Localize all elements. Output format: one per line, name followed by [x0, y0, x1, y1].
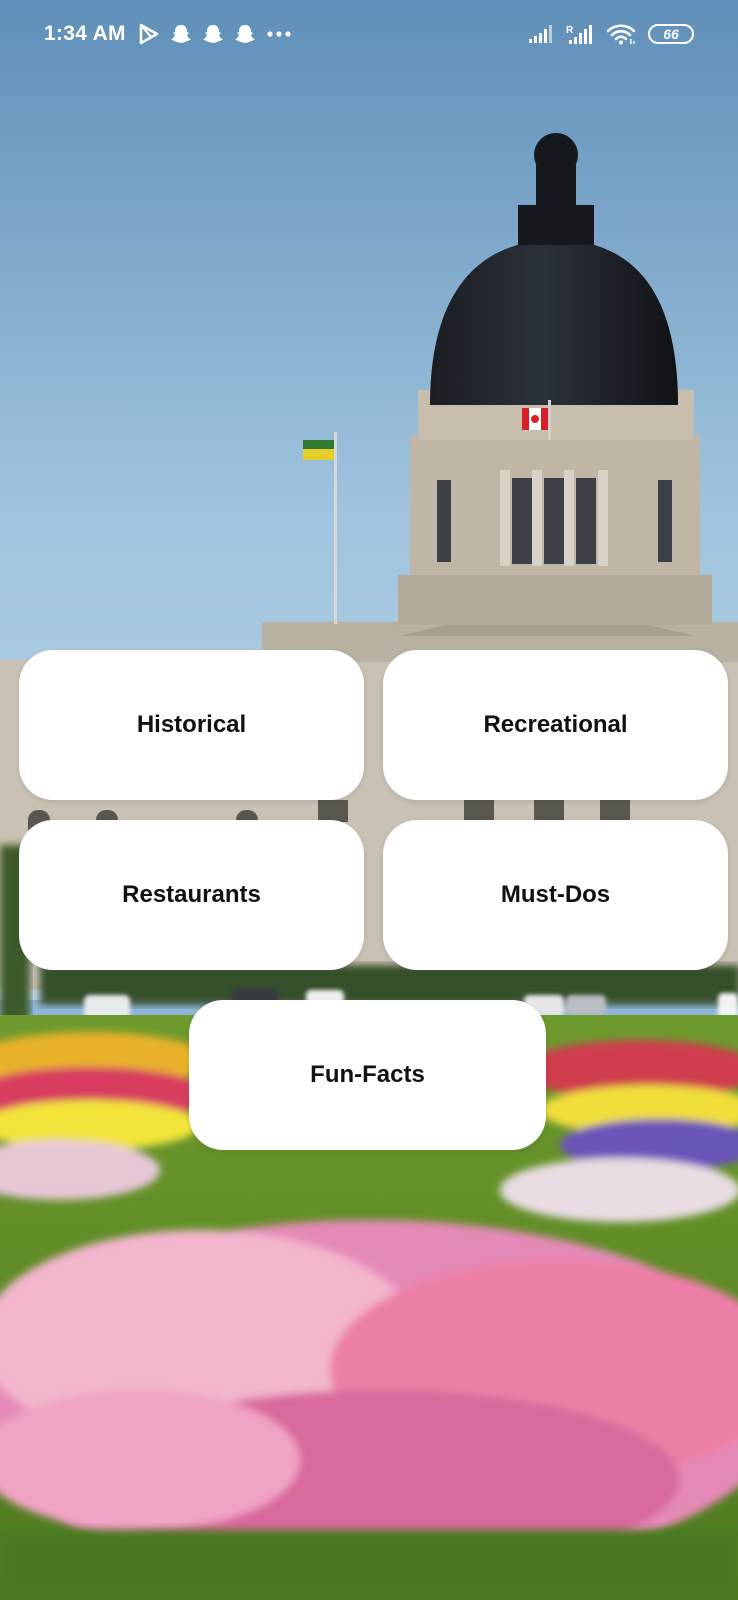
- status-left: 1:34 AM: [44, 22, 302, 46]
- restaurants-button-label: Restaurants: [122, 881, 261, 908]
- must-dos-button-label: Must-Dos: [500, 881, 611, 908]
- battery-indicator: 66: [648, 24, 694, 44]
- recreational-button-label: Recreational: [483, 711, 628, 738]
- wifi-icon: [606, 23, 636, 45]
- status-right: R 66: [516, 23, 694, 45]
- roaming-label: R: [566, 25, 574, 36]
- fun-facts-button[interactable]: Fun-Facts: [189, 1000, 546, 1150]
- status-time: 1:34 AM: [44, 22, 126, 45]
- play-store-icon: [138, 23, 160, 45]
- signal-roaming-icon: R: [566, 23, 594, 45]
- snapchat-icon: [234, 23, 256, 45]
- snapchat-icon: [202, 23, 224, 45]
- restaurants-button[interactable]: Restaurants: [19, 820, 364, 970]
- must-dos-button[interactable]: Must-Dos: [383, 820, 728, 970]
- signal-icon: [528, 24, 554, 44]
- more-dots-icon: [266, 30, 292, 38]
- historical-button[interactable]: Historical: [19, 650, 364, 800]
- recreational-button[interactable]: Recreational: [383, 650, 728, 800]
- historical-button-label: Historical: [136, 711, 247, 738]
- fun-facts-button-label: Fun-Facts: [310, 1061, 425, 1088]
- snapchat-icon: [170, 23, 192, 45]
- status-bar: 1:34 AM R 66: [0, 0, 738, 68]
- background-image: [0, 0, 738, 1600]
